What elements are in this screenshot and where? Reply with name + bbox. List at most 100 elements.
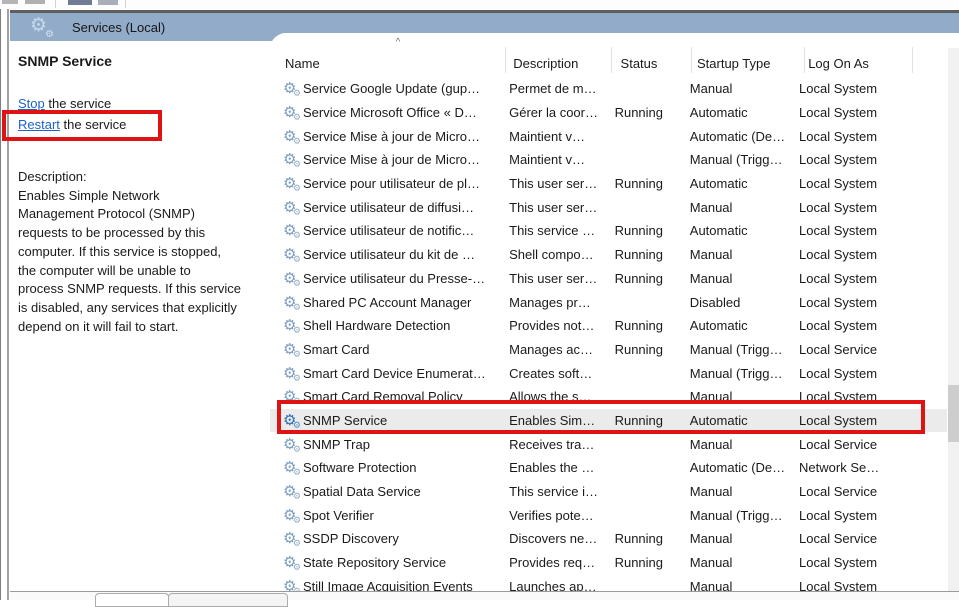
column-header-name[interactable]: Name <box>270 49 503 77</box>
service-status <box>603 195 681 219</box>
service-gear-icon <box>283 530 300 547</box>
service-name: Service utilisateur de diffusi… <box>303 200 474 215</box>
vertical-scrollbar[interactable] <box>948 48 959 591</box>
service-startup-type: Automatic <box>681 314 791 338</box>
service-gear-icon <box>283 80 300 97</box>
table-row[interactable]: Service Mise à jour de Micro… Maintient … <box>270 124 947 148</box>
service-startup-type: Manual <box>681 480 791 504</box>
service-description: Discovers ne… <box>499 527 602 551</box>
stop-service-text: the service <box>45 96 111 111</box>
service-log-on-as: Local System <box>791 148 947 172</box>
stop-service-line: Stop the service <box>18 96 111 111</box>
service-log-on-as: Local System <box>791 503 947 527</box>
table-row[interactable]: Service utilisateur de notific… This ser… <box>270 219 947 243</box>
service-name: Software Protection <box>303 460 416 475</box>
service-gear-icon <box>283 459 300 476</box>
toolbar-button-2[interactable] <box>25 0 45 4</box>
description-text: Enables Simple Network Management Protoc… <box>18 187 270 337</box>
service-status <box>603 77 681 101</box>
service-name: Spatial Data Service <box>303 484 421 499</box>
header-separator <box>691 47 692 73</box>
service-description: Shell compo… <box>499 243 602 267</box>
service-startup-type: Manual <box>681 551 791 575</box>
highlight-snmp-row-box <box>277 400 925 434</box>
column-header-startup-type[interactable]: Startup Type <box>688 49 800 77</box>
table-row[interactable]: Shell Hardware Detection Provides not… R… <box>270 314 947 338</box>
column-header-row: Name Description Status Startup Type Log… <box>270 49 959 77</box>
service-name: Smart Card Device Enumerat… <box>303 366 486 381</box>
service-log-on-as: Local Service <box>791 480 947 504</box>
toolbar-separator-2 <box>125 0 126 8</box>
service-log-on-as: Local Service <box>791 338 947 362</box>
service-startup-type: Manual <box>681 195 791 219</box>
service-gear-icon <box>283 294 300 311</box>
service-description: Launches ap… <box>499 574 602 591</box>
service-log-on-as: Local System <box>791 243 947 267</box>
table-row[interactable]: Spatial Data Service This service i… Man… <box>270 480 947 504</box>
service-status: Running <box>603 314 681 338</box>
column-header-description[interactable]: Description <box>503 49 608 77</box>
scrollbar-thumb[interactable] <box>948 385 959 442</box>
table-row[interactable]: Service Google Update (gup… Permet de m…… <box>270 77 947 101</box>
table-row[interactable]: SNMP Trap Receives tra… Manual Local Ser… <box>270 432 947 456</box>
service-startup-type: Manual <box>681 243 791 267</box>
service-startup-type: Manual (Trigg… <box>681 503 791 527</box>
service-description: Provides req… <box>499 551 602 575</box>
service-description: Maintient v… <box>499 124 602 148</box>
service-startup-type: Manual (Trigg… <box>681 148 791 172</box>
toolbar-button-1[interactable] <box>2 0 18 4</box>
service-log-on-as: Local System <box>791 314 947 338</box>
service-name: Service pour utilisateur de pl… <box>303 176 480 191</box>
service-status <box>603 361 681 385</box>
service-status <box>603 290 681 314</box>
service-gear-icon <box>283 151 300 168</box>
table-row[interactable]: Still Image Acquisition Events Launches … <box>270 574 947 591</box>
column-header-log-on-as[interactable]: Log On As <box>800 49 959 77</box>
table-row[interactable]: Software Protection Enables the … Automa… <box>270 456 947 480</box>
service-gear-icon <box>283 199 300 216</box>
service-status <box>603 574 681 591</box>
toolbar-button-3[interactable] <box>68 0 92 5</box>
service-gear-icon <box>283 317 300 334</box>
table-row[interactable]: Smart Card Device Enumerat… Creates soft… <box>270 361 947 385</box>
service-name: Spot Verifier <box>303 508 374 523</box>
table-row[interactable]: Service Microsoft Office « D… Gérer la c… <box>270 101 947 125</box>
service-status: Running <box>603 527 681 551</box>
sort-ascending-indicator: ^ <box>390 37 406 48</box>
service-status <box>603 503 681 527</box>
service-status <box>603 148 681 172</box>
stop-service-link[interactable]: Stop <box>18 96 45 111</box>
service-description: This service … <box>499 219 602 243</box>
description-label: Description: <box>18 168 270 187</box>
table-row[interactable]: Spot Verifier Verifies pote… Manual (Tri… <box>270 503 947 527</box>
service-name: Still Image Acquisition Events <box>303 579 473 591</box>
service-log-on-as: Local System <box>791 574 947 591</box>
bottom-tab-2[interactable] <box>168 593 288 607</box>
bottom-tab-1[interactable] <box>95 593 169 607</box>
service-description: This user ser… <box>499 172 602 196</box>
service-status: Running <box>603 551 681 575</box>
service-status <box>603 432 681 456</box>
service-name: Service utilisateur de notific… <box>303 223 474 238</box>
header-separator <box>505 47 506 73</box>
service-startup-type: Automatic <box>681 219 791 243</box>
table-row[interactable]: Service pour utilisateur de pl… This use… <box>270 172 947 196</box>
table-row[interactable]: Shared PC Account Manager Manages pr… Di… <box>270 290 947 314</box>
service-log-on-as: Local Service <box>791 432 947 456</box>
table-row[interactable]: Service utilisateur de diffusi… This use… <box>270 195 947 219</box>
service-startup-type: Automatic <box>681 172 791 196</box>
service-log-on-as: Local System <box>791 551 947 575</box>
service-log-on-as: Network Se… <box>791 456 947 480</box>
service-log-on-as: Local System <box>791 101 947 125</box>
column-header-status[interactable]: Status <box>609 49 688 77</box>
table-row[interactable]: SSDP Discovery Discovers ne… Running Man… <box>270 527 947 551</box>
table-row[interactable]: Service utilisateur du kit de … Shell co… <box>270 243 947 267</box>
table-row[interactable]: Service utilisateur du Presse-… This use… <box>270 267 947 291</box>
toolbar-button-4[interactable] <box>98 0 118 5</box>
table-row[interactable]: State Repository Service Provides req… R… <box>270 551 947 575</box>
table-row[interactable]: Service Mise à jour de Micro… Maintient … <box>270 148 947 172</box>
service-name: Shared PC Account Manager <box>303 295 471 310</box>
table-row[interactable]: Smart Card Manages ac… Running Manual (T… <box>270 338 947 362</box>
service-name: SSDP Discovery <box>303 531 399 546</box>
service-status: Running <box>603 219 681 243</box>
